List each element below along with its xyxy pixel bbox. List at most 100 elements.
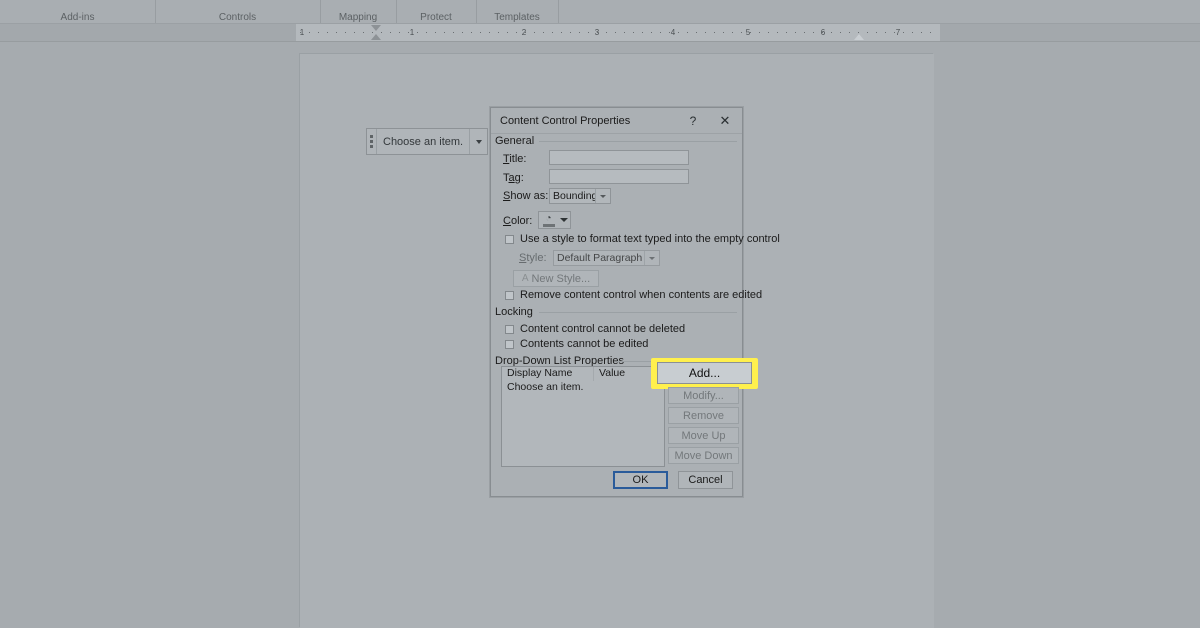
ruler-tick: [849, 32, 850, 33]
ruler-tick: [867, 32, 868, 33]
ribbon-group-mapping[interactable]: Pane Mapping: [320, 0, 397, 24]
ruler-tick: [480, 32, 481, 33]
ruler-tick: [390, 32, 391, 33]
ruler-tick: [930, 32, 931, 33]
title-input[interactable]: [549, 150, 689, 165]
ruler-tick: [489, 32, 490, 33]
style-select[interactable]: Default Paragraph Font: [553, 250, 660, 266]
ruler-tick: [642, 32, 643, 33]
ruler-tick: [462, 32, 463, 33]
modify-button[interactable]: Modify...: [668, 387, 739, 404]
ruler-number: 7: [895, 28, 901, 37]
section-label-general: General: [495, 135, 535, 147]
ruler-tick: [804, 32, 805, 33]
ruler-tick: [840, 32, 841, 33]
ribbon-group-addins[interactable]: ins Add-ins Add-ins Add-ins: [0, 0, 156, 24]
grip-dot: [370, 140, 373, 143]
cannot-edit-checkbox-label: Contents cannot be edited: [520, 338, 649, 350]
ruler-tick: [660, 32, 661, 33]
dropdown-items-listbox[interactable]: Display Name Value Choose an item.: [501, 366, 665, 467]
show-as-select[interactable]: Bounding Box: [549, 188, 611, 204]
ruler-tick: [561, 32, 562, 33]
ruler-tick: [732, 32, 733, 33]
bucket-glyph: ◔: [545, 212, 552, 224]
cancel-button[interactable]: Cancel: [678, 471, 733, 489]
tag-field-label: Tag:: [503, 172, 524, 184]
ruler-tick: [588, 32, 589, 33]
remove-control-checkbox-row[interactable]: Remove content control when contents are…: [505, 289, 762, 301]
content-control-grip-icon[interactable]: [367, 129, 377, 154]
style-label: Style:: [519, 252, 547, 264]
ruler-tick: [516, 32, 517, 33]
use-style-checkbox-row[interactable]: Use a style to format text typed into th…: [505, 233, 780, 245]
horizontal-ruler[interactable]: 1 1 2 3 4 5 6 7: [0, 24, 1200, 42]
ruler-tick: [606, 32, 607, 33]
color-swatch: [542, 223, 555, 227]
ruler-tick: [912, 32, 913, 33]
ruler-tick: [696, 32, 697, 33]
ruler-tick: [768, 32, 769, 33]
hanging-indent-marker[interactable]: [371, 34, 381, 40]
show-as-chevron-down-icon[interactable]: [595, 189, 610, 203]
color-picker-button[interactable]: ◔: [538, 211, 571, 229]
ruler-tick: [678, 32, 679, 33]
ruler-tick: [876, 32, 877, 33]
listbox-column-display-name: Display Name: [502, 367, 594, 381]
remove-control-checkbox[interactable]: [505, 290, 514, 300]
add-button[interactable]: Add...: [657, 362, 752, 384]
dropdown-content-control[interactable]: Choose an item.: [366, 128, 489, 155]
ruler-tick: [786, 32, 787, 33]
ribbon-group-controls[interactable]: ▤ ▤ ⚙ Group Controls: [155, 0, 321, 24]
first-line-indent-marker[interactable]: [371, 25, 381, 31]
cannot-edit-checkbox[interactable]: [505, 339, 514, 349]
ruler-text-area: [296, 24, 940, 41]
paint-bucket-icon: ◔: [539, 212, 558, 228]
remove-button[interactable]: Remove: [668, 407, 739, 424]
ruler-tick: [903, 32, 904, 33]
move-up-button[interactable]: Move Up: [668, 427, 739, 444]
ruler-tick: [615, 32, 616, 33]
right-indent-marker[interactable]: [854, 34, 864, 40]
dialog-title-bar[interactable]: Content Control Properties ? ✕: [491, 108, 742, 134]
ruler-tick: [822, 32, 823, 33]
ruler-tick: [318, 32, 319, 33]
cannot-delete-checkbox-row[interactable]: Content control cannot be deleted: [505, 323, 685, 335]
ruler-tick: [336, 32, 337, 33]
ruler-tick: [345, 32, 346, 33]
chevron-down-icon: [560, 218, 568, 222]
ruler-tick: [723, 32, 724, 33]
ruler-tick: [327, 32, 328, 33]
new-style-button[interactable]: A New Style...: [513, 270, 599, 287]
section-label-locking: Locking: [495, 306, 533, 318]
ribbon-group-templates[interactable]: Template Templates: [476, 0, 559, 24]
listbox-item-row[interactable]: Choose an item.: [502, 381, 664, 395]
ribbon-group-protect[interactable]: Restrict Editing Protect: [396, 0, 477, 24]
style-chevron-down-icon[interactable]: [644, 251, 659, 265]
content-control-dropdown-arrow-icon[interactable]: [469, 129, 488, 154]
move-down-button[interactable]: Move Down: [668, 447, 739, 464]
remove-button-label: Remove: [683, 409, 724, 422]
ruler-tick: [354, 32, 355, 33]
grip-dot: [370, 145, 373, 148]
move-up-button-label: Move Up: [681, 429, 726, 442]
color-dropdown-arrow[interactable]: [558, 218, 570, 222]
use-style-checkbox[interactable]: [505, 234, 514, 244]
show-as-value: Bounding Box: [553, 190, 595, 202]
ruler-tick: [426, 32, 427, 33]
style-value: Default Paragraph Font: [557, 252, 644, 264]
chevron-down-icon: [649, 256, 655, 260]
color-label: Color:: [503, 215, 533, 227]
ruler-tick: [417, 32, 418, 33]
ruler-tick: [831, 32, 832, 33]
move-down-button-label: Move Down: [674, 449, 733, 462]
cancel-button-label: Cancel: [688, 474, 723, 486]
tag-input[interactable]: [549, 169, 689, 184]
cannot-delete-checkbox[interactable]: [505, 324, 514, 334]
use-style-checkbox-label: Use a style to format text typed into th…: [520, 233, 780, 245]
ruler-tick: [894, 32, 895, 33]
help-icon[interactable]: ?: [679, 108, 707, 133]
ok-button[interactable]: OK: [613, 471, 668, 489]
close-icon[interactable]: ✕: [711, 108, 739, 133]
ruler-tick: [309, 32, 310, 33]
cannot-edit-checkbox-row[interactable]: Contents cannot be edited: [505, 338, 648, 350]
